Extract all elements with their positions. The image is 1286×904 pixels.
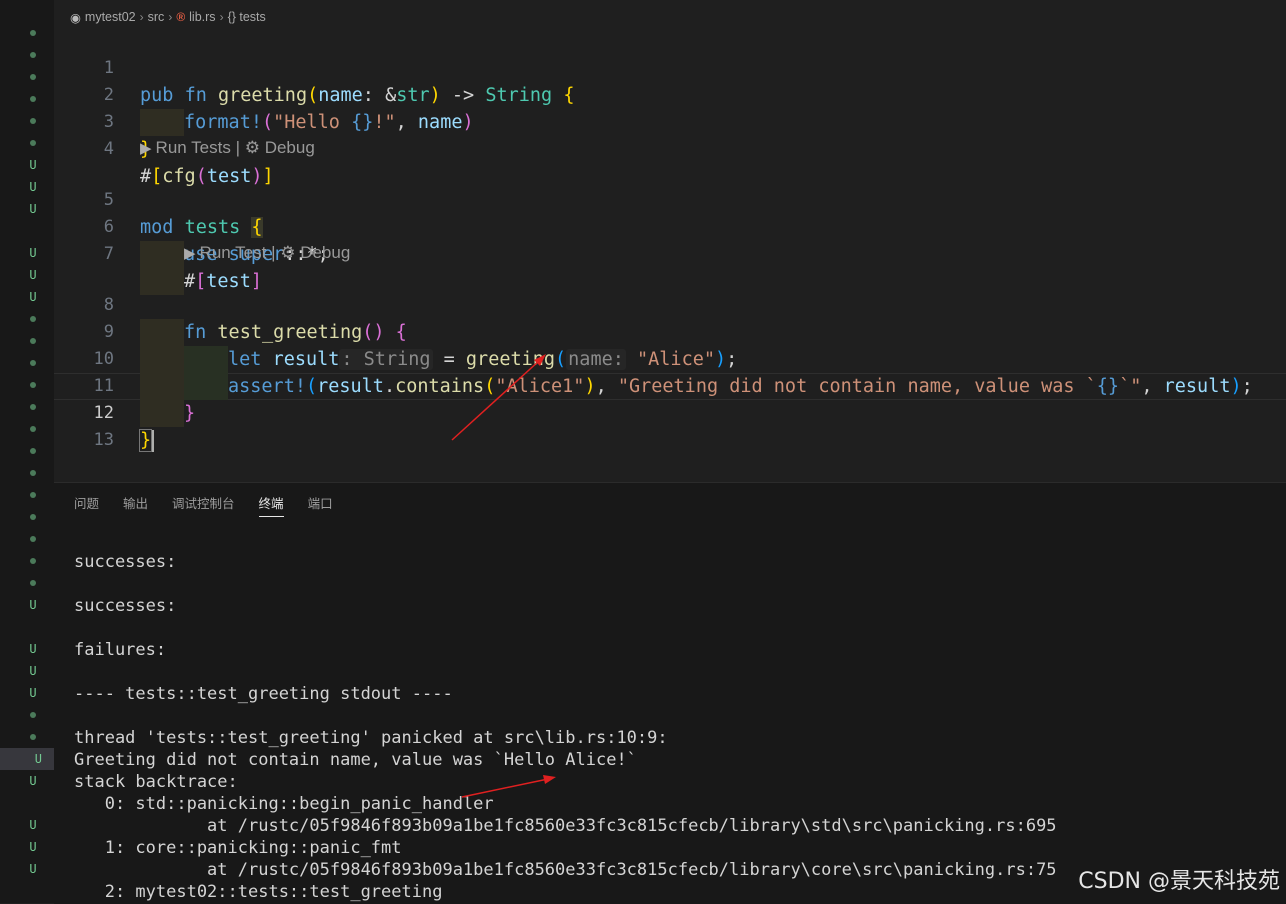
watermark: CSDN @景天科技苑 [1078,869,1280,894]
annotation-arrows [451,354,556,798]
annotation-arrow-code [451,354,546,441]
annotation-arrow-terminal [461,775,556,798]
